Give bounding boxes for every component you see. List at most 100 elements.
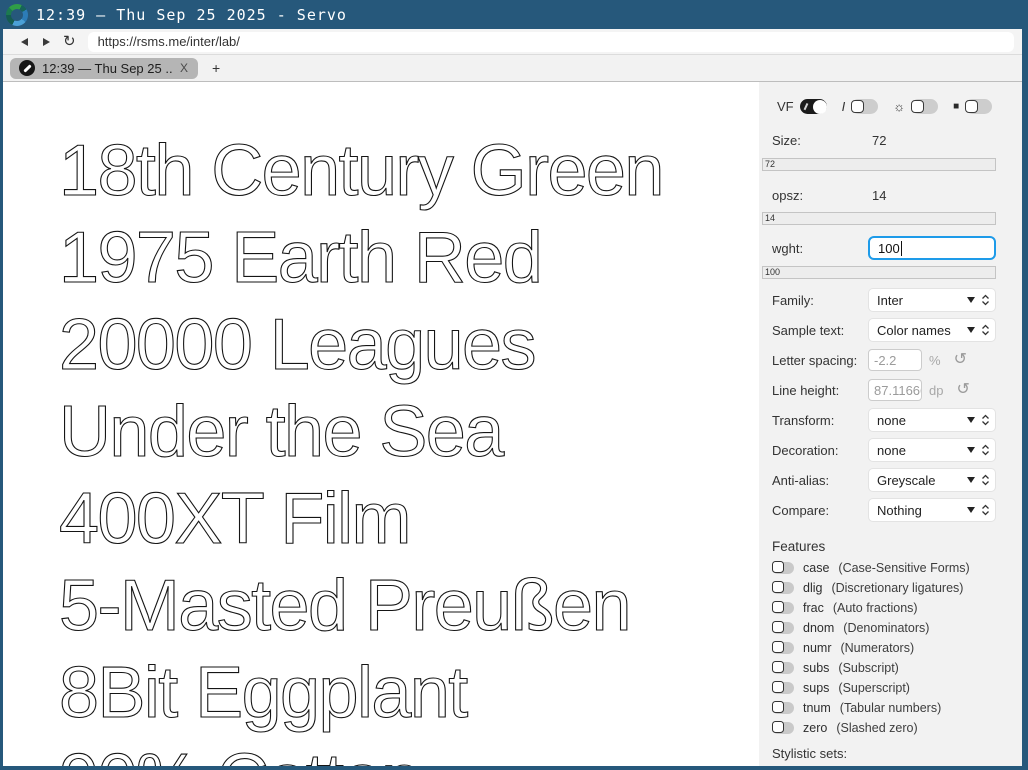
feature-desc: (Auto fractions) [833,601,918,615]
feature-code: tnum [803,701,831,715]
feature-toggle-tnum[interactable] [772,702,794,714]
feature-row-sups: sups (Superscript) [772,681,996,694]
forward-button[interactable] [35,32,57,52]
feature-toggle-sups[interactable] [772,682,794,694]
favicon-ruler-icon [19,60,35,76]
feature-code: sups [803,681,829,695]
feature-row-subs: subs (Subscript) [772,661,996,674]
sample-line: 90% Cotton [59,737,759,766]
feature-code: case [803,561,829,575]
feature-toggle-zero[interactable] [772,722,794,734]
transform-row: Transform: none [772,408,996,432]
feature-row-dnom: dnom (Denominators) [772,621,996,634]
master-toggles-row: VF I ☼ ■ [772,99,996,114]
antialias-select[interactable]: Greyscale [868,468,996,492]
wght-slider[interactable]: 100 [762,266,996,279]
light-mode-toggle[interactable] [911,99,938,114]
reset-icon[interactable]: ↺ [956,382,969,398]
feature-row-dlig: dlig (Discretionary ligatures) [772,581,996,594]
feature-toggle-subs[interactable] [772,662,794,674]
antialias-select-value: Greyscale [877,473,967,488]
reload-icon[interactable]: ↻ [63,34,76,49]
url-input[interactable] [88,32,1014,52]
sample-line: 5-Masted Preußen [59,563,759,650]
feature-row-frac: frac (Auto fractions) [772,601,996,614]
compare-select-value: Nothing [877,503,967,518]
feature-toggle-case[interactable] [772,562,794,574]
stylistic-sets-label: Stylistic sets: [772,746,996,761]
feature-code: frac [803,601,824,615]
caret-down-icon [967,507,975,513]
compare-label: Compare: [772,503,868,518]
letter-spacing-label: Letter spacing: [772,353,868,368]
size-label: Size: [772,133,868,148]
browser-window: 12:39 — Thu Sep 25 2025 - Servo ↻ 12:39 … [0,0,1028,770]
feature-desc: (Discretionary ligatures) [831,581,963,595]
compare-select[interactable]: Nothing [868,498,996,522]
sun-icon: ☼ [893,99,905,114]
tab-active[interactable]: 12:39 — Thu Sep 25 ... X [10,58,198,79]
titlebar: 12:39 — Thu Sep 25 2025 - Servo [0,0,1028,29]
feature-toggle-dlig[interactable] [772,582,794,594]
antialias-row: Anti-alias: Greyscale [772,468,996,492]
updown-icon [981,414,990,426]
size-value[interactable]: 72 [868,133,886,148]
letter-spacing-input[interactable]: -2.2 [868,349,922,371]
sample-text-label: Sample text: [772,323,868,338]
sample-text-select[interactable]: Color names [868,318,996,342]
line-height-input[interactable]: 87.11666666 [868,379,922,401]
decoration-select-value: none [877,443,967,458]
feature-code: zero [803,721,827,735]
reset-icon[interactable]: ↺ [954,352,967,368]
feature-row-numr: numr (Numerators) [772,641,996,654]
sample-text-area[interactable]: 18th Century Green 1975 Earth Red 20000 … [3,82,759,766]
forward-icon [43,38,50,46]
dark-mode-toggle[interactable] [965,99,992,114]
feature-toggle-frac[interactable] [772,602,794,614]
wght-input[interactable]: 100 [868,236,996,260]
wght-input-value: 100 [878,241,900,256]
decoration-row: Decoration: none [772,438,996,462]
wght-label: wght: [772,241,868,256]
decoration-label: Decoration: [772,443,868,458]
opsz-label: opsz: [772,188,868,203]
feature-row-case: case (Case-Sensitive Forms) [772,561,996,574]
updown-icon [981,294,990,306]
back-icon [21,38,28,46]
sample-line: 400XT Film [59,476,759,563]
tab-close-icon[interactable]: X [179,61,189,75]
updown-icon [981,324,990,336]
caret-down-icon [967,327,975,333]
opsz-slider[interactable]: 14 [762,212,996,225]
new-tab-button[interactable]: + [212,60,220,76]
feature-toggle-dnom[interactable] [772,622,794,634]
line-height-unit: dp [929,383,943,398]
caret-down-icon [967,297,975,303]
family-select[interactable]: Inter [868,288,996,312]
size-slider[interactable]: 72 [762,158,996,171]
feature-code: numr [803,641,831,655]
opsz-row: opsz: 14 [772,188,996,203]
feature-row-zero: zero (Slashed zero) [772,721,996,734]
size-row: Size: 72 [772,133,996,148]
transform-select[interactable]: none [868,408,996,432]
updown-icon [981,474,990,486]
vf-toggle[interactable] [800,99,827,114]
feature-row-tnum: tnum (Tabular numbers) [772,701,996,714]
nav-toolbar: ↻ [3,29,1022,55]
transform-select-value: none [877,413,967,428]
sample-line: 1975 Earth Red [59,215,759,302]
family-select-value: Inter [877,293,967,308]
caret-down-icon [967,417,975,423]
controls-panel: VF I ☼ ■ [759,82,1022,766]
italic-label: I [842,99,846,114]
opsz-value[interactable]: 14 [868,188,886,203]
decoration-select[interactable]: none [868,438,996,462]
back-button[interactable] [13,32,35,52]
vf-label: VF [777,99,794,114]
features-title: Features [772,539,996,554]
updown-icon [981,444,990,456]
feature-desc: (Subscript) [838,661,898,675]
feature-toggle-numr[interactable] [772,642,794,654]
italic-toggle[interactable] [851,99,878,114]
